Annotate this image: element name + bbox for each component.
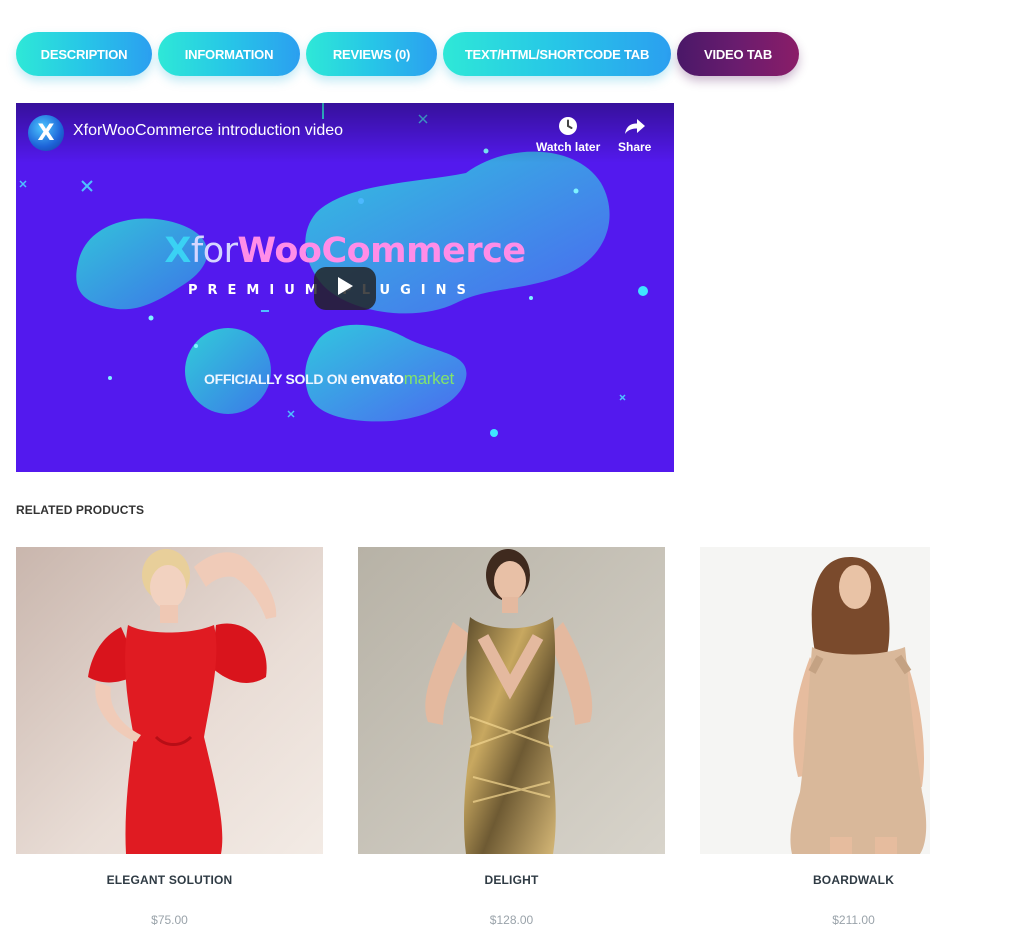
product-card[interactable]: BOARDWALK $211.00 [700, 547, 1007, 927]
video-player[interactable]: X XforWooCommerce introduction video Wat… [16, 103, 674, 472]
tab-video[interactable]: VIDEO TAB [677, 32, 799, 76]
watch-later-label: Watch later [536, 140, 601, 154]
product-image-delight[interactable] [358, 547, 665, 854]
share-label: Share [618, 140, 652, 154]
related-products-heading: RELATED PRODUCTS [16, 503, 145, 517]
officially-sold-text: OFFICIALLY SOLD ON envatomarket [204, 369, 454, 389]
share-arrow-icon [624, 115, 646, 137]
product-name[interactable]: BOARDWALK [700, 873, 1007, 887]
product-price: $211.00 [832, 913, 875, 927]
brand-x: X [164, 231, 191, 271]
channel-avatar[interactable]: X [28, 115, 64, 151]
tab-text-html-shortcode[interactable]: TEXT/HTML/SHORTCODE TAB [443, 32, 671, 76]
play-icon [336, 276, 354, 301]
product-price: $128.00 [489, 913, 534, 927]
product-name[interactable]: DELIGHT [358, 873, 665, 887]
watch-later-button[interactable]: Watch later [536, 115, 600, 154]
video-title[interactable]: XforWooCommerce introduction video [73, 122, 343, 140]
envato-text: envato [350, 369, 404, 388]
market-text: market [403, 369, 454, 388]
product-tabs: DESCRIPTION INFORMATION REVIEWS (0) TEXT… [16, 32, 799, 76]
product-image-elegant-solution[interactable] [16, 547, 323, 854]
product-image-boardwalk[interactable] [700, 547, 1007, 854]
clock-icon [557, 115, 579, 137]
brand-for: for [190, 231, 238, 271]
product-name[interactable]: ELEGANT SOLUTION [16, 873, 323, 887]
brand-woocommerce: WooCommerce [237, 231, 527, 271]
play-button[interactable] [314, 267, 376, 310]
officially-sold-label: OFFICIALLY SOLD ON [204, 371, 348, 387]
tab-information[interactable]: INFORMATION [158, 32, 300, 76]
share-button[interactable]: Share [618, 115, 651, 154]
video-brand-logo: XforWooCommerce [16, 231, 674, 271]
tab-reviews[interactable]: REVIEWS (0) [306, 32, 437, 76]
product-card[interactable]: DELIGHT $128.00 [358, 547, 665, 927]
product-price: $75.00 [151, 913, 188, 927]
tab-description[interactable]: DESCRIPTION [16, 32, 152, 76]
product-card[interactable]: ELEGANT SOLUTION $75.00 [16, 547, 323, 927]
